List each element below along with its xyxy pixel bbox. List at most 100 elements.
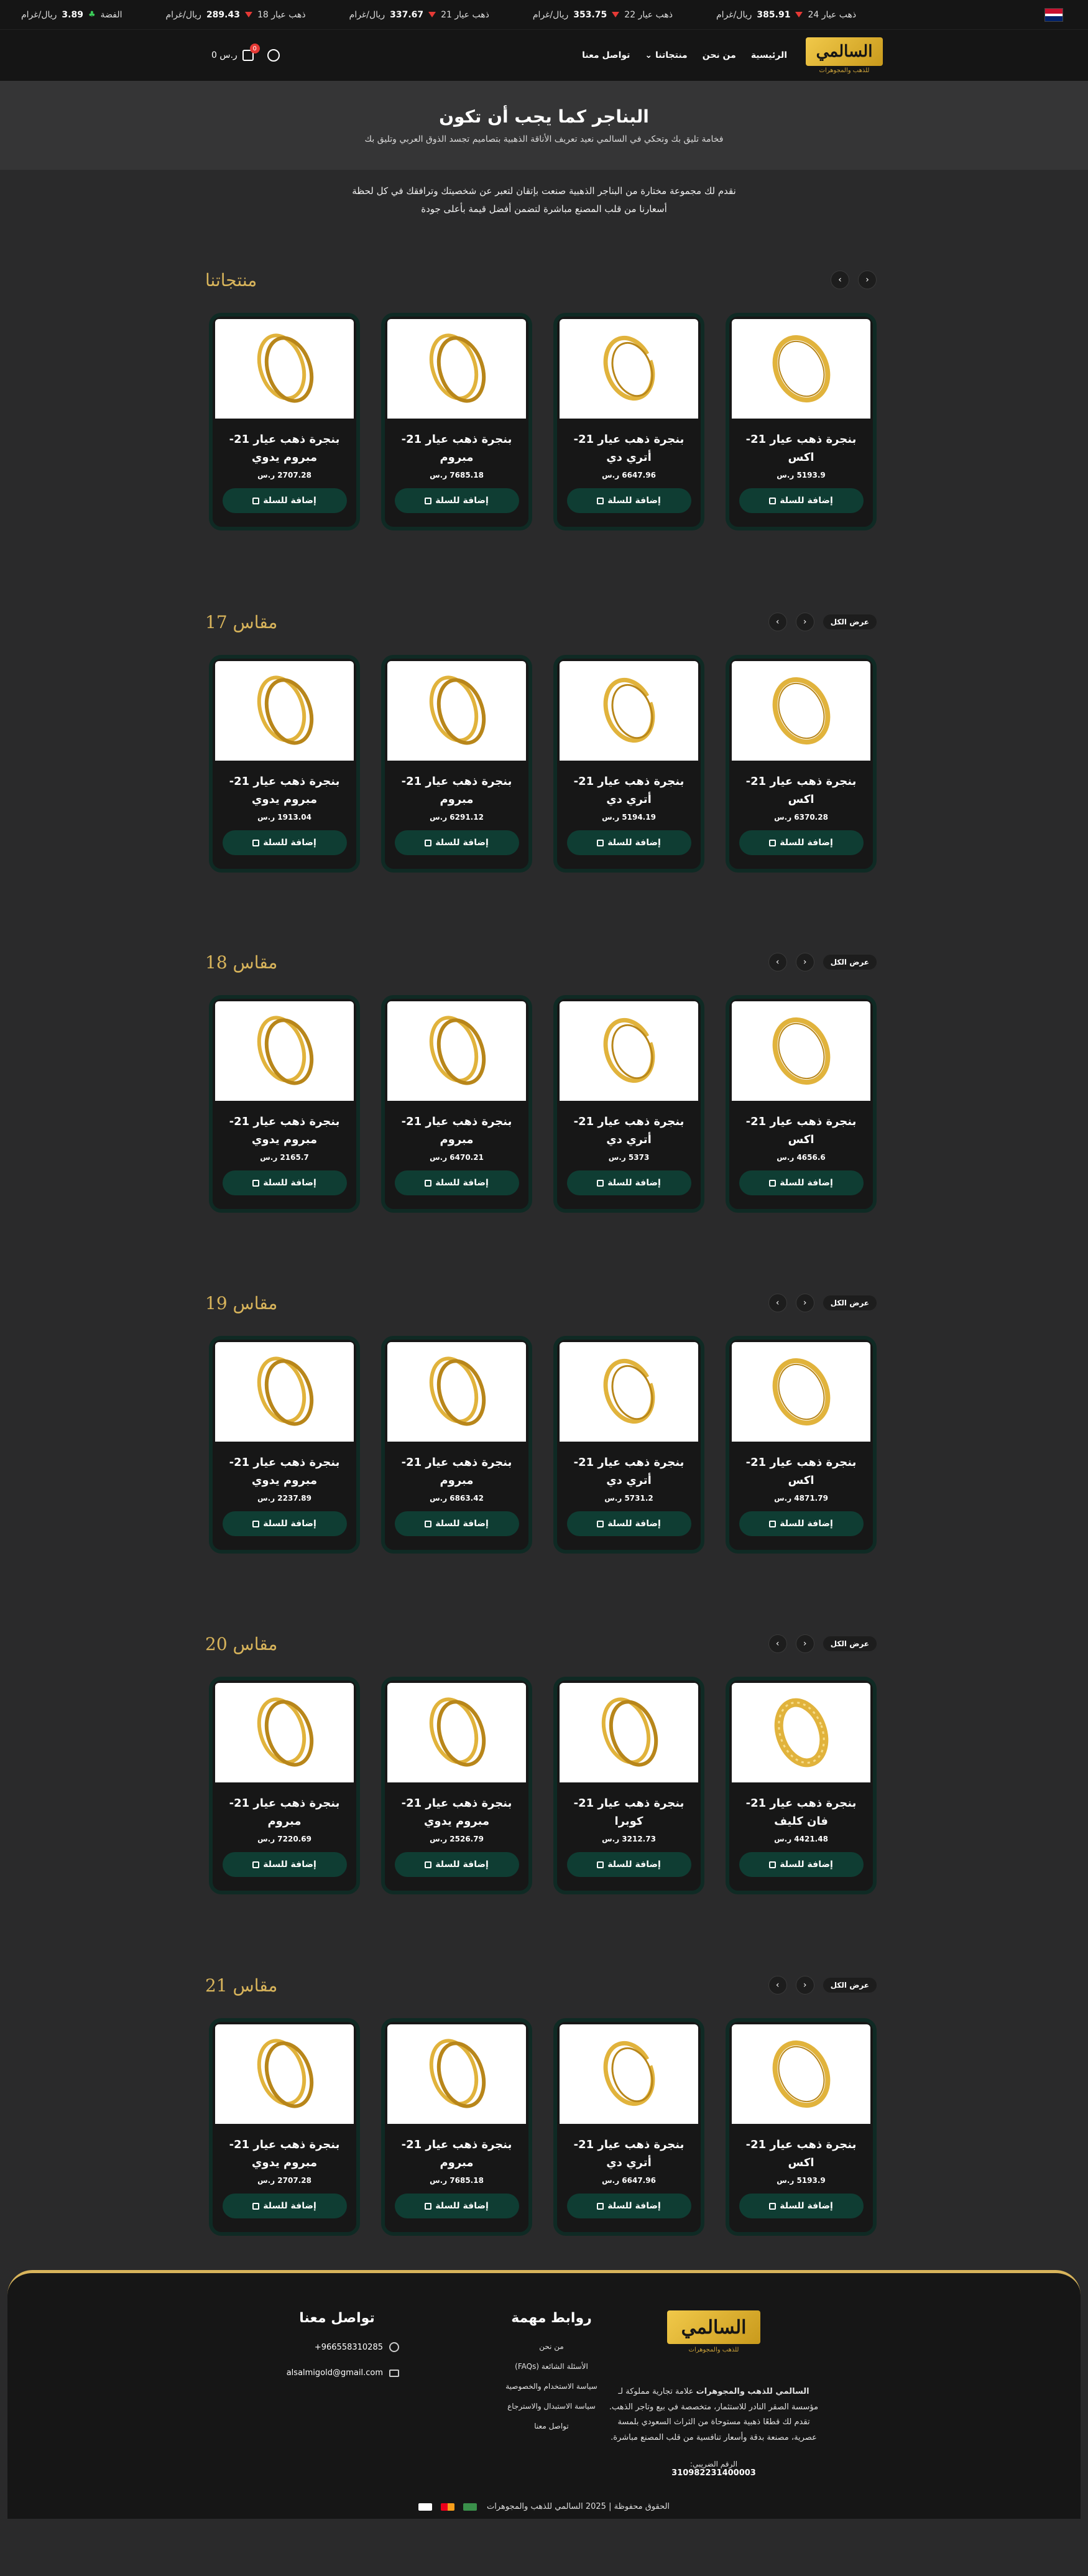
product-image[interactable]	[215, 2024, 354, 2124]
product-image[interactable]	[560, 319, 698, 419]
product-card[interactable]: بنجرة ذهب عيار 21- اكس 5193.9 ر.س إضافة …	[726, 2018, 877, 2236]
product-card[interactable]: بنجرة ذهب عيار 21- فان كليف 4421.48 ر.س …	[726, 1677, 877, 1894]
product-name[interactable]: بنجرة ذهب عيار 21- مبروم يدوي	[396, 1795, 517, 1831]
product-name[interactable]: بنجرة ذهب عيار 21- مبروم	[396, 431, 517, 467]
nav-home[interactable]: الرئيسية	[751, 50, 787, 60]
product-image[interactable]	[560, 1342, 698, 1442]
product-image[interactable]	[732, 319, 870, 419]
product-card[interactable]: بنجرة ذهب عيار 21- اكس 6370.28 ر.س إضافة…	[726, 655, 877, 873]
product-card[interactable]: بنجرة ذهب عيار 21- مبروم يدوي 2707.28 ر.…	[209, 2018, 360, 2236]
product-image[interactable]	[560, 1683, 698, 1782]
product-image[interactable]	[560, 661, 698, 761]
product-name[interactable]: بنجرة ذهب عيار 21- مبروم	[396, 773, 517, 809]
add-to-cart-button[interactable]: إضافة للسلة	[566, 488, 691, 513]
product-name[interactable]: بنجرة ذهب عيار 21- اكس	[740, 2136, 862, 2172]
carousel-prev-button[interactable]: ‹	[768, 1294, 787, 1312]
product-card[interactable]: بنجرة ذهب عيار 21- اكس 4656.6 ر.س إضافة …	[726, 995, 877, 1213]
add-to-cart-button[interactable]: إضافة للسلة	[739, 830, 864, 855]
add-to-cart-button[interactable]: إضافة للسلة	[394, 1511, 519, 1536]
carousel-next-button[interactable]: ›	[795, 1976, 814, 1995]
add-to-cart-button[interactable]: إضافة للسلة	[739, 1852, 864, 1877]
product-name[interactable]: بنجرة ذهب عيار 21- مبروم يدوي	[224, 773, 345, 809]
product-name[interactable]: بنجرة ذهب عيار 21- أتري دي	[568, 773, 689, 809]
footer-phone[interactable]: +966558310285	[275, 2342, 399, 2352]
footer-link-about[interactable]: من نحن	[492, 2342, 611, 2351]
product-card[interactable]: بنجرة ذهب عيار 21- مبروم يدوي 2707.28 ر.…	[209, 313, 360, 530]
product-card[interactable]: بنجرة ذهب عيار 21- مبروم 7685.18 ر.س إضا…	[381, 313, 532, 530]
product-card[interactable]: بنجرة ذهب عيار 21- مبروم 6863.42 ر.س إضا…	[381, 1336, 532, 1554]
carousel-prev-button[interactable]: ‹	[768, 1976, 787, 1995]
add-to-cart-button[interactable]: إضافة للسلة	[566, 1852, 691, 1877]
product-card[interactable]: بنجرة ذهب عيار 21- مبروم 7685.18 ر.س إضا…	[381, 2018, 532, 2236]
product-image[interactable]	[732, 1683, 870, 1782]
product-card[interactable]: بنجرة ذهب عيار 21- أتري دي 5194.19 ر.س إ…	[553, 655, 704, 873]
product-image[interactable]	[215, 661, 354, 761]
add-to-cart-button[interactable]: إضافة للسلة	[394, 488, 519, 513]
add-to-cart-button[interactable]: إضافة للسلة	[739, 2194, 864, 2218]
view-all-button[interactable]: عرض الكل	[823, 1636, 877, 1651]
product-image[interactable]	[387, 1001, 526, 1101]
product-name[interactable]: بنجرة ذهب عيار 21- اكس	[740, 431, 862, 467]
product-card[interactable]: بنجرة ذهب عيار 21- اكس 5193.9 ر.س إضافة …	[726, 313, 877, 530]
product-image[interactable]	[732, 661, 870, 761]
carousel-next-button[interactable]: ›	[858, 271, 877, 289]
add-to-cart-button[interactable]: إضافة للسلة	[222, 1170, 347, 1195]
view-all-button[interactable]: عرض الكل	[823, 955, 877, 970]
add-to-cart-button[interactable]: إضافة للسلة	[394, 1852, 519, 1877]
product-image[interactable]	[215, 1683, 354, 1782]
add-to-cart-button[interactable]: إضافة للسلة	[566, 1170, 691, 1195]
product-image[interactable]	[215, 1001, 354, 1101]
cart-button[interactable]: 0 ر.س 0	[211, 44, 260, 61]
nav-products[interactable]: منتجاتنا ⌄	[645, 50, 687, 60]
product-name[interactable]: بنجرة ذهب عيار 21- مبروم يدوي	[224, 1113, 345, 1149]
product-card[interactable]: بنجرة ذهب عيار 21- مبروم يدوي 2165.7 ر.س…	[209, 995, 360, 1213]
carousel-next-button[interactable]: ›	[795, 1294, 814, 1312]
product-name[interactable]: بنجرة ذهب عيار 21- مبروم	[396, 1113, 517, 1149]
carousel-next-button[interactable]: ›	[795, 953, 814, 971]
product-image[interactable]	[560, 1001, 698, 1101]
view-all-button[interactable]: عرض الكل	[823, 614, 877, 629]
product-name[interactable]: بنجرة ذهب عيار 21- اكس	[740, 1454, 862, 1490]
add-to-cart-button[interactable]: إضافة للسلة	[222, 830, 347, 855]
product-name[interactable]: بنجرة ذهب عيار 21- اكس	[740, 773, 862, 809]
shopping-bag-icon[interactable]: 0	[242, 44, 260, 61]
view-all-button[interactable]: عرض الكل	[823, 1295, 877, 1310]
add-to-cart-button[interactable]: إضافة للسلة	[222, 2194, 347, 2218]
product-card[interactable]: بنجرة ذهب عيار 21- مبروم يدوي 1913.04 ر.…	[209, 655, 360, 873]
product-card[interactable]: بنجرة ذهب عيار 21- أتري دي 5373 ر.س إضاف…	[553, 995, 704, 1213]
add-to-cart-button[interactable]: إضافة للسلة	[566, 830, 691, 855]
view-all-button[interactable]: عرض الكل	[823, 1978, 877, 1993]
carousel-prev-button[interactable]: ‹	[768, 1634, 787, 1653]
add-to-cart-button[interactable]: إضافة للسلة	[222, 488, 347, 513]
language-flag-icon[interactable]	[1044, 7, 1063, 22]
product-card[interactable]: بنجرة ذهب عيار 21- مبروم 7220.69 ر.س إضا…	[209, 1677, 360, 1894]
product-name[interactable]: بنجرة ذهب عيار 21- أتري دي	[568, 431, 689, 467]
carousel-prev-button[interactable]: ‹	[768, 953, 787, 971]
product-card[interactable]: بنجرة ذهب عيار 21- كوبرا 3212.73 ر.س إضا…	[553, 1677, 704, 1894]
add-to-cart-button[interactable]: إضافة للسلة	[739, 1511, 864, 1536]
add-to-cart-button[interactable]: إضافة للسلة	[566, 1511, 691, 1536]
product-card[interactable]: بنجرة ذهب عيار 21- مبروم 6291.12 ر.س إضا…	[381, 655, 532, 873]
product-name[interactable]: بنجرة ذهب عيار 21- أتري دي	[568, 1454, 689, 1490]
footer-link-privacy[interactable]: سياسة الاستخدام والخصوصية	[492, 2382, 611, 2391]
product-name[interactable]: بنجرة ذهب عيار 21- اكس	[740, 1113, 862, 1149]
add-to-cart-button[interactable]: إضافة للسلة	[394, 830, 519, 855]
footer-link-returns[interactable]: سياسة الاستبدال والاسترجاع	[492, 2402, 611, 2411]
product-name[interactable]: بنجرة ذهب عيار 21- مبروم	[396, 2136, 517, 2172]
carousel-prev-button[interactable]: ‹	[831, 271, 849, 289]
product-image[interactable]	[215, 1342, 354, 1442]
product-card[interactable]: بنجرة ذهب عيار 21- مبروم يدوي 2237.89 ر.…	[209, 1336, 360, 1554]
carousel-prev-button[interactable]: ‹	[768, 613, 787, 631]
product-image[interactable]	[387, 1683, 526, 1782]
footer-link-faq[interactable]: الأسئلة الشائعة (FAQs)	[492, 2362, 611, 2371]
add-to-cart-button[interactable]: إضافة للسلة	[222, 1511, 347, 1536]
product-name[interactable]: بنجرة ذهب عيار 21- مبروم يدوي	[224, 2136, 345, 2172]
product-name[interactable]: بنجرة ذهب عيار 21- أتري دي	[568, 2136, 689, 2172]
product-name[interactable]: بنجرة ذهب عيار 21- كوبرا	[568, 1795, 689, 1831]
nav-contact[interactable]: تواصل معنا	[582, 50, 630, 60]
footer-link-contact[interactable]: تواصل معنا	[492, 2422, 611, 2430]
carousel-next-button[interactable]: ›	[795, 1634, 814, 1653]
product-name[interactable]: بنجرة ذهب عيار 21- مبروم	[224, 1795, 345, 1831]
add-to-cart-button[interactable]: إضافة للسلة	[739, 488, 864, 513]
product-card[interactable]: بنجرة ذهب عيار 21- مبروم يدوي 2526.79 ر.…	[381, 1677, 532, 1894]
